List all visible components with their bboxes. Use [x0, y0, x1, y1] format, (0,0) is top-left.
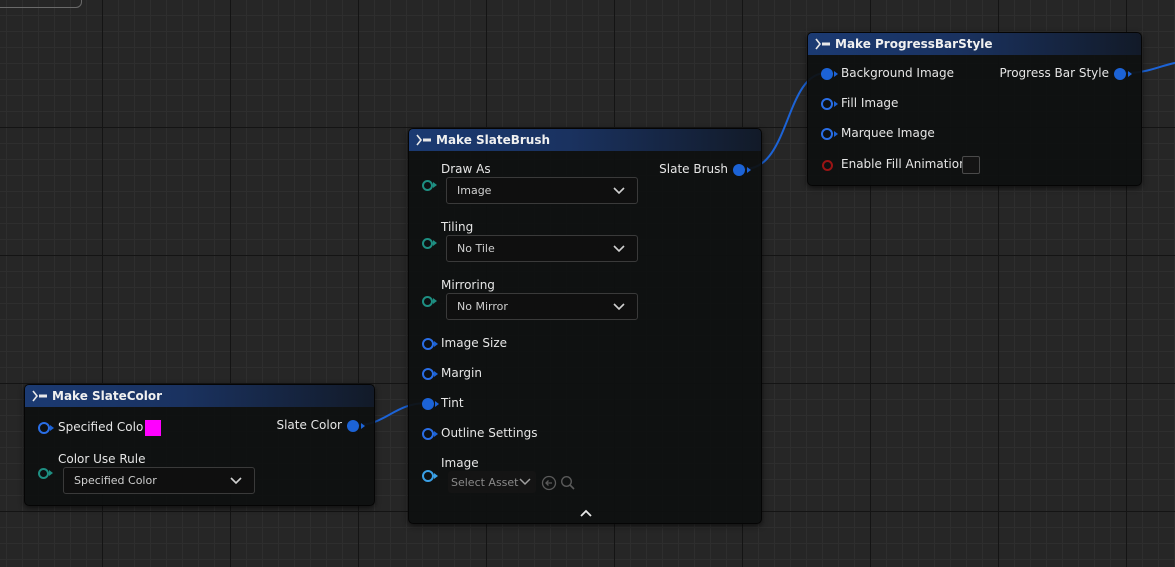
mirroring-value: No Mirror: [457, 300, 508, 313]
chevron-up-icon[interactable]: [580, 509, 592, 517]
pin-arrow: [434, 473, 438, 479]
pin-arrow: [433, 182, 437, 188]
color-use-rule-label: Color Use Rule: [58, 452, 146, 466]
tint-label: Tint: [441, 396, 464, 410]
node-header[interactable]: Make SlateBrush: [409, 129, 761, 151]
select-asset-value: Select Asset: [451, 475, 519, 489]
draw-as-value: Image: [457, 184, 492, 197]
image-label: Image: [441, 456, 479, 470]
pin-arrow: [433, 298, 437, 304]
node-title: Make SlateColor: [52, 389, 163, 403]
background-image-pin[interactable]: [821, 68, 833, 80]
margin-label: Margin: [441, 366, 482, 380]
progress-bar-style-label: Progress Bar Style: [999, 66, 1110, 80]
color-use-rule-dropdown[interactable]: Specified Color: [63, 467, 255, 494]
select-asset-dropdown[interactable]: Select Asset: [448, 471, 536, 493]
pin-arrow: [435, 401, 439, 407]
mirroring-label: Mirroring: [441, 278, 495, 292]
marquee-image-label: Marquee Image: [841, 126, 935, 140]
pin-arrow: [361, 423, 365, 429]
draw-as-pin[interactable]: [422, 180, 433, 191]
slate-color-label: Slate Color: [276, 418, 342, 432]
chevron-down-icon: [230, 476, 242, 484]
make-slatebrush-node[interactable]: Make SlateBrush Slate Brush Draw As Imag…: [408, 128, 762, 524]
outline-settings-label: Outline Settings: [441, 426, 538, 440]
node-header[interactable]: Make SlateColor: [25, 385, 374, 407]
pin-arrow: [434, 371, 438, 377]
pin-arrow: [49, 470, 53, 476]
pin-arrow: [50, 425, 54, 431]
chevron-down-icon: [519, 478, 531, 486]
color-use-rule-pin[interactable]: [38, 468, 49, 479]
node-title: Make SlateBrush: [436, 133, 551, 147]
mirroring-pin[interactable]: [422, 296, 433, 307]
pin-arrow: [1128, 71, 1132, 77]
progress-bar-style-pin[interactable]: [1114, 68, 1126, 80]
node-header[interactable]: Make ProgressBarStyle: [808, 33, 1141, 55]
fill-image-pin[interactable]: [821, 98, 833, 110]
chevron-down-icon: [613, 302, 625, 310]
mirroring-dropdown[interactable]: No Mirror: [446, 293, 638, 320]
pin-arrow: [434, 341, 438, 347]
pin-arrow: [834, 131, 838, 137]
enable-fill-animation-checkbox[interactable]: [962, 156, 980, 174]
chevron-down-icon: [613, 186, 625, 194]
make-struct-icon: [416, 133, 432, 147]
pin-arrow: [434, 431, 438, 437]
draw-as-label: Draw As: [441, 162, 491, 176]
pin-arrow: [433, 240, 437, 246]
outline-settings-pin[interactable]: [422, 428, 434, 440]
make-slatecolor-node[interactable]: Make SlateColor Specified Color Slate Co…: [24, 384, 375, 506]
chevron-down-icon: [613, 244, 625, 252]
enable-fill-animation-pin[interactable]: [822, 160, 833, 171]
marquee-image-pin[interactable]: [821, 128, 833, 140]
color-use-rule-value: Specified Color: [74, 474, 157, 487]
tiling-label: Tiling: [441, 220, 474, 234]
slate-brush-label: Slate Brush: [659, 162, 728, 176]
background-image-label: Background Image: [841, 66, 954, 80]
slate-brush-pin[interactable]: [733, 164, 745, 176]
window-frame-corner: [0, 0, 82, 8]
make-progressbarstyle-node[interactable]: Make ProgressBarStyle Background Image P…: [807, 32, 1142, 186]
specified-color-label: Specified Color: [58, 420, 149, 434]
specified-color-pin[interactable]: [38, 422, 50, 434]
fill-image-label: Fill Image: [841, 96, 899, 110]
tiling-pin[interactable]: [422, 238, 433, 249]
make-struct-icon: [32, 389, 48, 403]
enable-fill-animation-label: Enable Fill Animation: [841, 157, 967, 171]
tiling-value: No Tile: [457, 242, 495, 255]
node-title: Make ProgressBarStyle: [835, 37, 993, 51]
slate-color-pin[interactable]: [347, 420, 359, 432]
pin-arrow: [834, 71, 838, 77]
make-struct-icon: [815, 37, 831, 51]
pin-arrow: [834, 101, 838, 107]
tint-pin[interactable]: [422, 398, 434, 410]
draw-as-dropdown[interactable]: Image: [446, 177, 638, 204]
tiling-dropdown[interactable]: No Tile: [446, 235, 638, 262]
search-icon[interactable]: [560, 475, 576, 491]
image-size-label: Image Size: [441, 336, 508, 350]
image-pin[interactable]: [422, 470, 434, 482]
image-size-pin[interactable]: [422, 338, 434, 350]
pin-arrow: [747, 167, 751, 173]
arrow-left-circle-icon[interactable]: [541, 475, 557, 491]
margin-pin[interactable]: [422, 368, 434, 380]
specified-color-swatch[interactable]: [144, 419, 162, 437]
